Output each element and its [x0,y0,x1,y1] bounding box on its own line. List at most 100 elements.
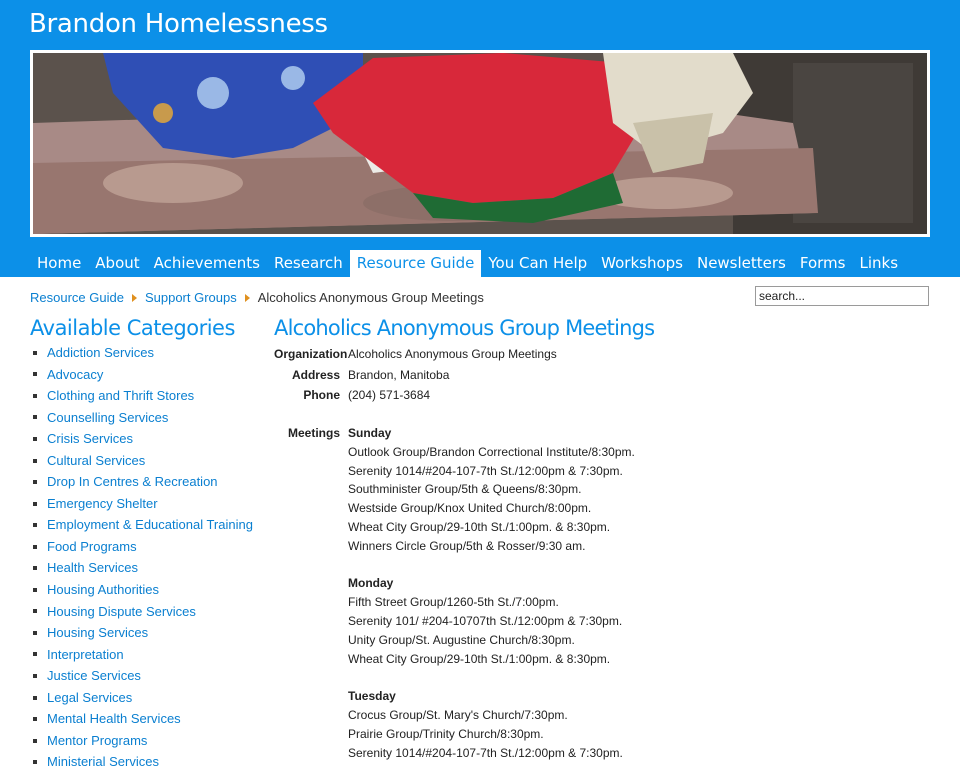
bullet-icon [33,350,37,355]
header-banner-image [30,50,930,237]
address-row: Address Brandon, Manitoba [274,365,557,386]
category-link[interactable]: Addiction Services [47,342,154,364]
bullet-icon [33,760,37,765]
category-link[interactable]: Employment & Educational Training [47,514,253,536]
breadcrumb-arrow-icon [131,293,137,302]
category-item: Employment & Educational Training [30,514,253,536]
meeting-entry: Fifth Street Group/1260-5th St./7:00pm. [348,595,559,610]
category-item: Housing Services [30,622,253,644]
meeting-row: Southminister Group/5th & Queens/8:30pm. [274,480,635,499]
category-link[interactable]: Interpretation [47,644,124,666]
category-link[interactable]: Mental Health Services [47,708,181,730]
address-label: Address [291,367,340,382]
category-link[interactable]: Housing Authorities [47,579,159,601]
category-link[interactable]: Health Services [47,557,138,579]
category-link[interactable]: Cultural Services [47,450,145,472]
bullet-icon [33,652,37,657]
bullet-icon [33,673,37,678]
meeting-day-header: Tuesday [274,687,635,706]
meeting-day: Tuesday [348,689,396,704]
category-item: Counselling Services [30,407,253,429]
nav-resource-guide[interactable]: Resource Guide [349,250,482,277]
category-link[interactable]: Counselling Services [47,407,168,429]
category-link[interactable]: Ministerial Services [47,751,159,768]
meeting-entry: Serenity 1014/#204-107-7th St./12:00pm &… [348,463,623,478]
nav-you-can-help[interactable]: You Can Help [481,250,594,277]
bullet-icon [33,630,37,635]
nav-newsletters[interactable]: Newsletters [690,250,793,277]
phone-row: Phone (204) 571-3684 [274,385,557,406]
address-value: Brandon, Manitoba [348,367,450,382]
nav-links[interactable]: Links [852,250,905,277]
category-item: Legal Services [30,687,253,709]
main-nav: Home About Achievements Research Resourc… [30,250,905,277]
category-link[interactable]: Clothing and Thrift Stores [47,385,194,407]
category-link[interactable]: Housing Dispute Services [47,601,196,623]
bullet-icon [33,436,37,441]
meetings-label: Meetings [287,426,340,440]
sidebar-title: Available Categories [30,316,235,340]
breadcrumb-current: Alcoholics Anonymous Group Meetings [257,290,484,305]
category-link[interactable]: Justice Services [47,665,141,687]
category-item: Ministerial Services [30,751,253,768]
meeting-entry: Southminister Group/5th & Queens/8:30pm. [348,482,582,497]
meeting-entry: Serenity 101/ #204-10707th St./12:00pm &… [348,613,623,628]
category-item: Housing Dispute Services [30,601,253,623]
bullet-icon [33,738,37,743]
bullet-icon [33,415,37,420]
meeting-row: Wheat City Group/29-10th St./1:00pm. & 8… [274,650,635,669]
category-item: Advocacy [30,364,253,386]
meeting-row: Fifth Street Group/1260-5th St./7:00pm. [274,593,635,612]
nav-about[interactable]: About [88,250,146,277]
meeting-row: Wheat City Group/29-10th St./1:00pm. & 8… [274,518,635,537]
breadcrumb-support-groups[interactable]: Support Groups [145,290,237,305]
meeting-entry: Unity Group/St. Augustine Church/8:30pm. [348,632,575,647]
bullet-icon [33,695,37,700]
category-link[interactable]: Mentor Programs [47,730,147,752]
category-link[interactable]: Housing Services [47,622,148,644]
nav-home[interactable]: Home [30,250,88,277]
meeting-row: Prairie Group/Trinity Church/8:30pm. [274,725,635,744]
meeting-entry: Crocus Group/St. Mary's Church/7:30pm. [348,707,568,722]
category-item: Food Programs [30,536,253,558]
bullet-icon [33,544,37,549]
category-link[interactable]: Food Programs [47,536,137,558]
breadcrumb-arrow-icon [244,293,250,302]
organization-info: Organization Alcoholics Anonymous Group … [274,344,557,406]
meeting-entry: Wheat City Group/29-10th St./1:00pm. & 8… [348,519,611,534]
meeting-row: Westside Group/Knox United Church/8:00pm… [274,499,635,518]
nav-research[interactable]: Research [267,250,350,277]
category-item: Crisis Services [30,428,253,450]
meeting-day-header: Monday [274,574,635,593]
site-header: Brandon Homelessness Home About Achievem… [0,0,960,277]
meeting-entry: Outlook Group/Brandon Correctional Insti… [348,444,635,459]
meeting-entry: Serenity 1014/#204-107-7th St./12:00pm &… [348,745,623,760]
bullet-icon [33,458,37,463]
category-item: Addiction Services [30,342,253,364]
breadcrumb-resource-guide[interactable]: Resource Guide [30,290,124,305]
nav-achievements[interactable]: Achievements [147,250,267,277]
bullet-icon [33,523,37,528]
category-link[interactable]: Emergency Shelter [47,493,158,515]
category-link[interactable]: Legal Services [47,687,132,709]
category-item: Interpretation [30,644,253,666]
organization-label: Organization [274,347,348,361]
nav-workshops[interactable]: Workshops [594,250,690,277]
meeting-day-header: Meetings Sunday [274,424,635,443]
category-link[interactable]: Drop In Centres & Recreation [47,471,218,493]
bullet-icon [33,393,37,398]
search-input[interactable] [755,286,929,306]
phone-label: Phone [303,388,340,402]
page-title: Alcoholics Anonymous Group Meetings [274,316,655,340]
site-title[interactable]: Brandon Homelessness [29,9,328,39]
bullet-icon [33,609,37,614]
category-item: Cultural Services [30,450,253,472]
nav-forms[interactable]: Forms [793,250,853,277]
meeting-row: Outlook Group/Brandon Correctional Insti… [274,443,635,462]
phone-value: (204) 571-3684 [348,388,431,402]
meeting-entry: Westside Group/Knox United Church/8:00pm… [348,501,592,516]
category-link[interactable]: Advocacy [47,364,103,386]
category-link[interactable]: Crisis Services [47,428,133,450]
bullet-icon [33,372,37,377]
